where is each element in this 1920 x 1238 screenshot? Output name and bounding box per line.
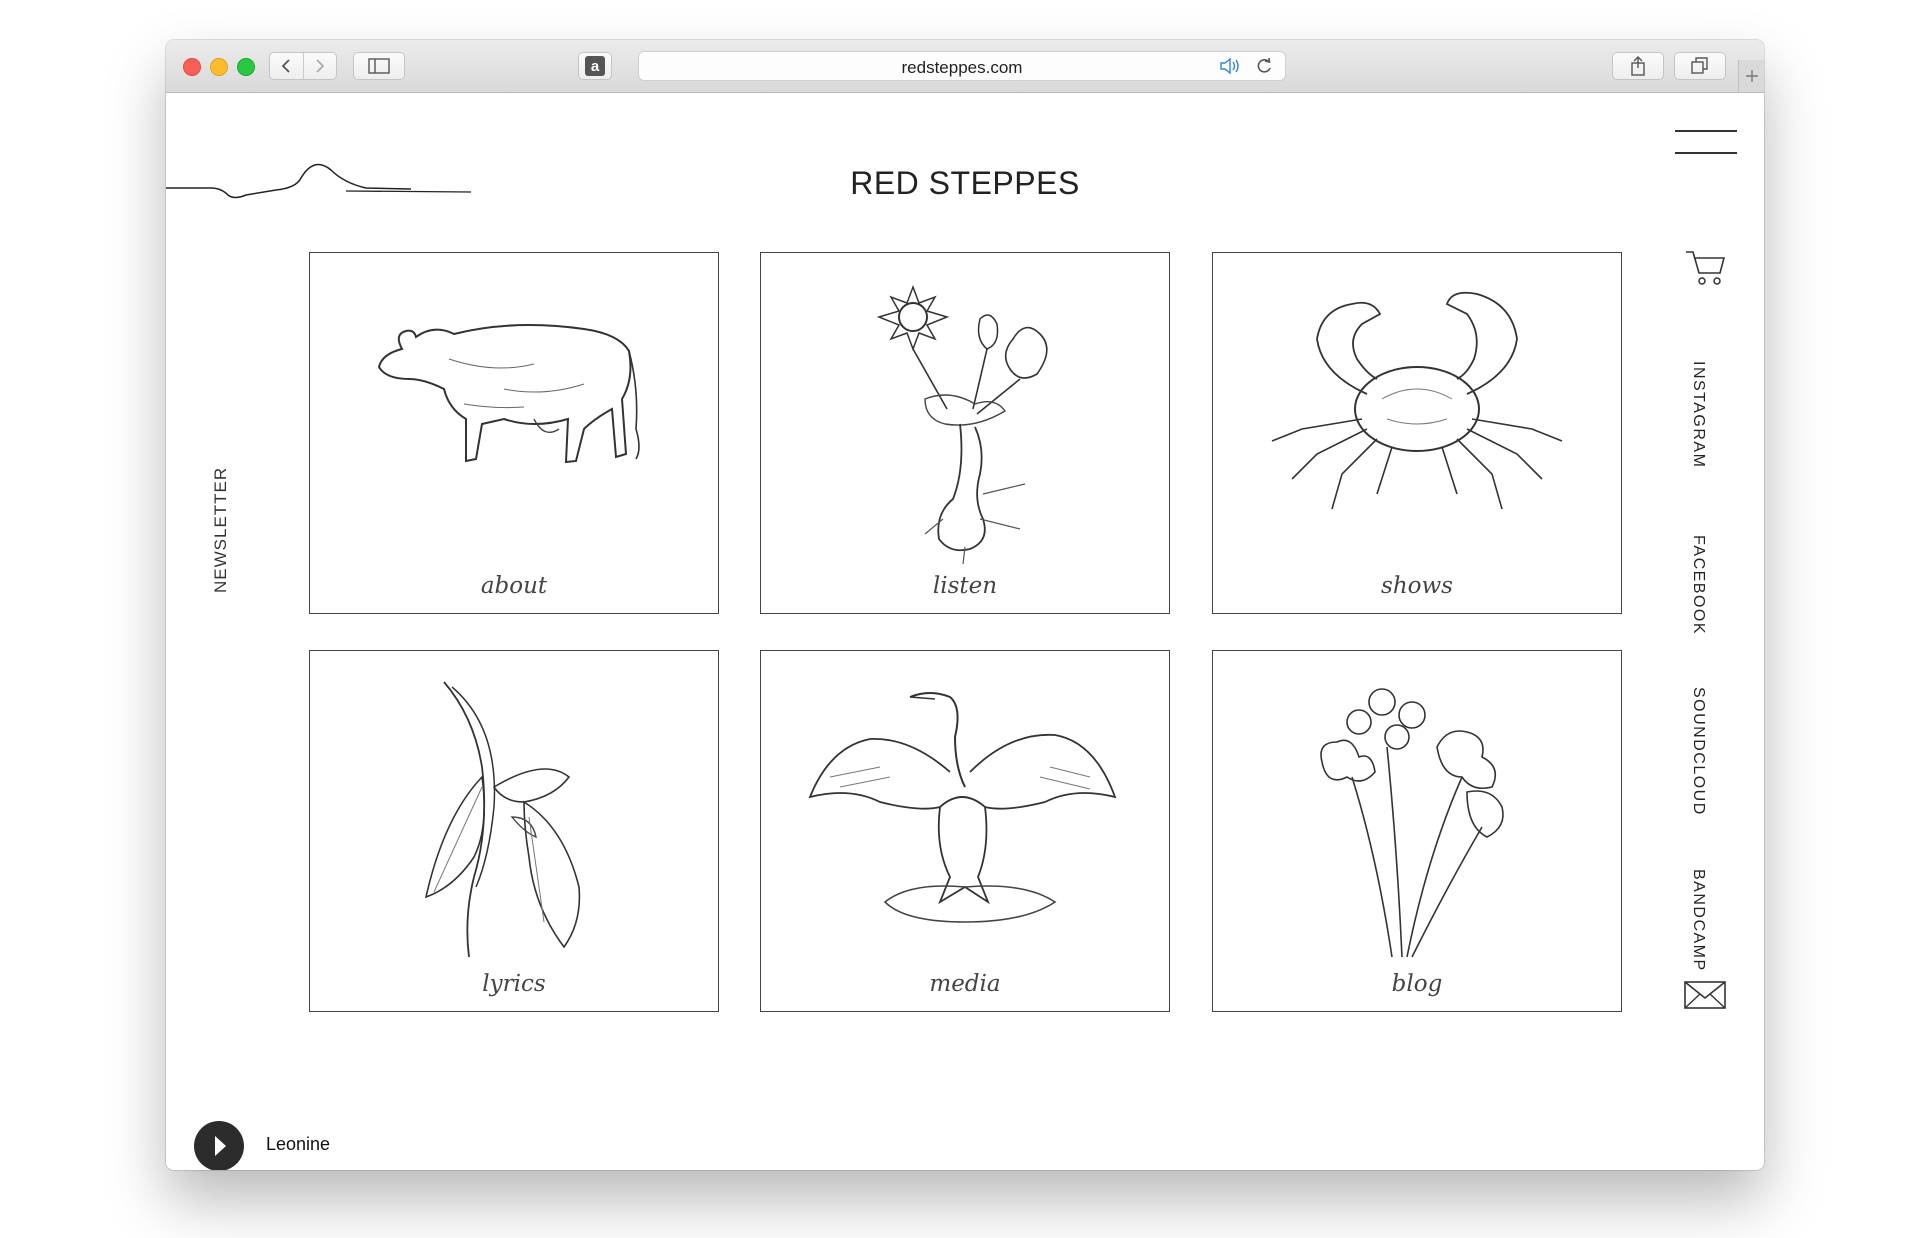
back-button[interactable] — [270, 53, 304, 79]
cormorant-icon — [808, 692, 1117, 923]
site-title[interactable]: RED STEPPES — [166, 165, 1764, 202]
bandcamp-link[interactable]: BANDCAMP — [1689, 869, 1707, 972]
show-tabs-button[interactable] — [1674, 52, 1726, 80]
reload-icon[interactable] — [1255, 57, 1273, 75]
share-icon — [1631, 56, 1645, 76]
tile-lyrics[interactable]: lyrics — [309, 650, 719, 1012]
clover-icon — [1320, 688, 1504, 958]
sidebar-icon — [368, 58, 390, 74]
show-sidebar-button[interactable] — [353, 52, 405, 80]
soundcloud-link[interactable]: SOUNDCLOUD — [1689, 687, 1707, 816]
flowers-icon — [876, 284, 1048, 565]
history-nav-group — [269, 52, 337, 80]
close-window-button[interactable] — [183, 58, 201, 76]
hamburger-line — [1675, 152, 1737, 154]
tile-label: listen — [932, 573, 998, 599]
tile-label: about — [480, 573, 548, 599]
amazon-bookmark-button[interactable]: a — [578, 52, 612, 80]
instagram-link[interactable]: INSTAGRAM — [1689, 361, 1707, 468]
tile-label: blog — [1391, 971, 1443, 997]
chevron-left-icon — [281, 59, 290, 73]
chevron-right-icon — [316, 59, 325, 73]
zoom-window-button[interactable] — [237, 58, 255, 76]
tile-shows[interactable]: shows — [1212, 252, 1622, 614]
leaves-icon — [424, 681, 581, 958]
tile-label: shows — [1381, 573, 1453, 599]
cow-icon — [377, 324, 640, 464]
track-title: Leonine — [266, 1134, 331, 1154]
play-button[interactable] — [194, 1121, 244, 1170]
minimize-window-button[interactable] — [210, 58, 228, 76]
share-button[interactable] — [1612, 52, 1664, 80]
tile-listen[interactable]: listen — [760, 252, 1170, 614]
tile-label: lyrics — [482, 971, 546, 997]
tile-about[interactable]: about — [309, 252, 719, 614]
mail-icon[interactable] — [1684, 981, 1726, 1011]
browser-toolbar: a redsteppes.com — [166, 40, 1764, 93]
newsletter-link[interactable]: NEWSLETTER — [211, 467, 231, 593]
tabs-icon — [1691, 57, 1708, 74]
hamburger-line — [1675, 130, 1737, 132]
plus-icon — [1746, 70, 1758, 82]
address-url: redsteppes.com — [901, 58, 1023, 77]
crab-icon — [1271, 291, 1563, 510]
browser-window: a redsteppes.com RED STEPPES NEWSLETTER — [166, 40, 1764, 1170]
menu-button[interactable] — [1675, 130, 1737, 154]
tile-label: media — [929, 971, 1001, 997]
amazon-icon: a — [585, 56, 605, 76]
speaker-icon[interactable] — [1219, 57, 1241, 75]
new-tab-button[interactable] — [1738, 60, 1764, 92]
web-page: RED STEPPES NEWSLETTER about listen show… — [166, 93, 1764, 1170]
facebook-link[interactable]: FACEBOOK — [1689, 535, 1707, 635]
address-bar[interactable]: redsteppes.com — [638, 51, 1286, 81]
tile-blog[interactable]: blog — [1212, 650, 1622, 1012]
cart-icon[interactable] — [1684, 249, 1726, 289]
forward-button[interactable] — [304, 53, 337, 79]
tile-media[interactable]: media — [760, 650, 1170, 1012]
